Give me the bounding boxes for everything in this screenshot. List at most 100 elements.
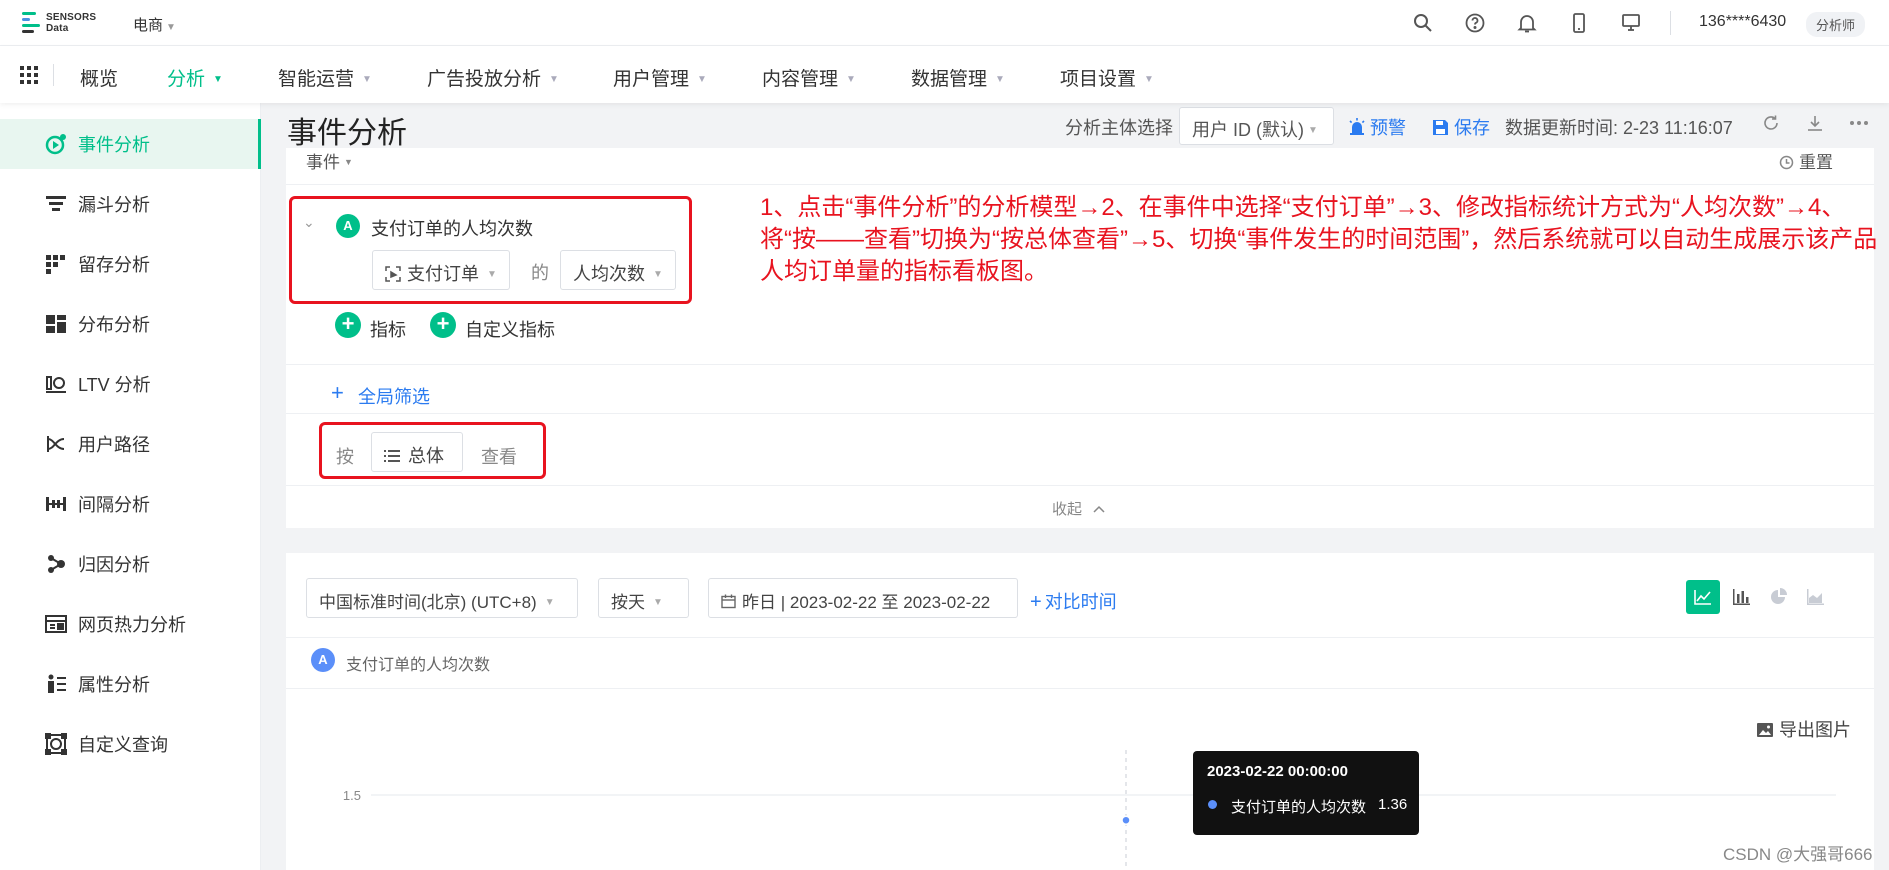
divider xyxy=(1670,11,1671,35)
brand-line-2: Data xyxy=(46,23,69,34)
line-chart-icon[interactable] xyxy=(1686,580,1720,614)
alert-label: 预警 xyxy=(1370,118,1406,138)
sidebar-item-interval-analysis[interactable]: 间隔分析 xyxy=(0,479,261,529)
events-label: 事件 xyxy=(306,153,340,172)
search-icon[interactable] xyxy=(1411,11,1435,35)
save-button[interactable]: 保存 xyxy=(1432,114,1490,140)
caret-down-icon: ▼ xyxy=(213,74,223,85)
legend-label: 支付订单的人均次数 xyxy=(346,657,491,674)
date-range-value: 昨日 | 2023-02-22 至 2023-02-22 xyxy=(742,593,991,612)
divider xyxy=(286,688,1874,689)
custom-query-icon xyxy=(44,732,68,756)
nav-label: 内容管理 xyxy=(762,69,839,90)
sidebar-item-funnel-analysis[interactable]: 漏斗分析 xyxy=(0,179,261,229)
sensors-data-logo-icon xyxy=(22,12,40,33)
timezone-select[interactable]: 中国标准时间(北京) (UTC+8) ▼ xyxy=(306,578,578,618)
sidebar-item-label: 漏斗分析 xyxy=(78,195,150,215)
nav-item-content-management[interactable]: 内容管理 ▼ xyxy=(762,64,856,91)
tooltip-title: 2023-02-22 00:00:00 xyxy=(1207,763,1348,780)
global-filter-button[interactable]: 全局筛选 xyxy=(358,383,430,409)
pie-chart-icon[interactable] xyxy=(1762,580,1796,614)
mobile-icon[interactable] xyxy=(1567,11,1591,35)
help-icon[interactable] xyxy=(1463,11,1487,35)
alert-button[interactable]: 预警 xyxy=(1348,114,1406,140)
collapse-button[interactable]: 收起 xyxy=(1052,498,1106,519)
data-point[interactable] xyxy=(1121,815,1131,825)
annotation-box-metric xyxy=(289,196,692,304)
add-metric-button[interactable]: 指标 xyxy=(370,316,406,342)
save-icon xyxy=(1433,120,1448,135)
distribution-icon xyxy=(44,312,68,336)
sidebar-item-retention-analysis[interactable]: 留存分析 xyxy=(0,239,261,289)
reset-button[interactable]: 重置 xyxy=(1779,148,1833,173)
sidebar-item-event-analysis[interactable]: 事件分析 xyxy=(0,119,261,169)
more-icon[interactable] xyxy=(1849,120,1869,126)
sidebar-item-heatmap-analysis[interactable]: 网页热力分析 xyxy=(0,599,261,649)
bell-icon[interactable] xyxy=(1515,11,1539,35)
refresh-icon[interactable] xyxy=(1762,114,1780,132)
bar-chart-icon[interactable] xyxy=(1724,580,1758,614)
plus-icon: + xyxy=(331,380,344,405)
sidebar-item-label: 用户路径 xyxy=(78,435,150,455)
heatmap-icon xyxy=(44,612,68,636)
events-dropdown[interactable]: 事件 ▼ xyxy=(306,148,353,173)
sidebar-item-custom-query[interactable]: 自定义查询 xyxy=(0,719,261,769)
sidebar-item-distribution-analysis[interactable]: 分布分析 xyxy=(0,299,261,349)
sidebar-item-label: 自定义查询 xyxy=(78,735,168,755)
granularity-value: 按天 xyxy=(611,593,645,612)
sidebar-item-label: 间隔分析 xyxy=(78,495,150,515)
sidebar-item-attribute-analysis[interactable]: 属性分析 xyxy=(0,659,261,709)
divider xyxy=(53,64,54,86)
ltv-icon xyxy=(44,372,68,396)
date-range-picker[interactable]: 昨日 | 2023-02-22 至 2023-02-22 xyxy=(708,578,1018,618)
brand-wordmark: SENSORS Data xyxy=(46,12,96,34)
chart-tooltip: 2023-02-22 00:00:00 支付订单的人均次数 1.36 xyxy=(1193,751,1419,835)
nav-item-data-management[interactable]: 数据管理 ▼ xyxy=(911,64,1005,91)
add-custom-metric-button[interactable]: 自定义指标 xyxy=(465,316,555,342)
plus-icon: + xyxy=(1030,591,1042,613)
calendar-icon xyxy=(721,594,736,609)
tooltip-series: 支付订单的人均次数 xyxy=(1231,799,1367,816)
chevron-down-icon: ▼ xyxy=(166,22,176,33)
save-label: 保存 xyxy=(1454,118,1490,138)
nav-item-smart-ops[interactable]: 智能运营 ▼ xyxy=(278,64,372,91)
sidebar-item-attribution-analysis[interactable]: 归因分析 xyxy=(0,539,261,589)
annotation-box-group-by xyxy=(319,422,546,479)
user-path-icon xyxy=(44,432,68,456)
caret-down-icon: ▼ xyxy=(697,74,707,85)
main-nav: 概览 分析 ▼ 智能运营 ▼ 广告投放分析 ▼ 用户管理 ▼ 内容管理 ▼ 数据管理 ▼ 项… xyxy=(0,46,1889,103)
brand-line-1: SENSORS xyxy=(46,12,97,23)
user-account[interactable]: 136****6430 xyxy=(1699,13,1786,31)
sidebar-item-ltv-analysis[interactable]: LTV 分析 xyxy=(0,359,261,409)
role-badge: 分析师 xyxy=(1806,12,1866,37)
sidebar-item-label: 留存分析 xyxy=(78,255,150,275)
subject-select[interactable]: 用户 ID (默认) ▼ xyxy=(1179,107,1334,145)
nav-item-user-management[interactable]: 用户管理 ▼ xyxy=(613,64,707,91)
caret-down-icon: ▼ xyxy=(549,74,559,85)
download-icon[interactable] xyxy=(1806,114,1824,132)
legend-badge: A xyxy=(311,648,335,672)
sidebar-item-user-path[interactable]: 用户路径 xyxy=(0,419,261,469)
event-analysis-icon xyxy=(44,132,68,156)
subject-value: 用户 ID (默认) xyxy=(1192,120,1304,140)
nav-item-project-settings[interactable]: 项目设置 ▼ xyxy=(1060,64,1154,91)
project-switcher[interactable]: 电商 ▼ xyxy=(133,14,176,35)
app-grid-icon[interactable] xyxy=(20,66,38,84)
nav-label: 项目设置 xyxy=(1060,69,1137,90)
timezone-value: 中国标准时间(北京) (UTC+8) xyxy=(319,593,537,612)
nav-item-analysis[interactable]: 分析 ▼ xyxy=(167,64,223,91)
area-chart-icon[interactable] xyxy=(1798,580,1832,614)
caret-down-icon: ▼ xyxy=(653,597,663,608)
series-dot-icon xyxy=(1208,800,1217,809)
collapse-label: 收起 xyxy=(1052,501,1083,518)
caret-down-icon: ▼ xyxy=(995,74,1005,85)
sidebar-item-label: 网页热力分析 xyxy=(78,615,186,635)
granularity-select[interactable]: 按天 ▼ xyxy=(598,578,689,618)
monitor-icon[interactable] xyxy=(1619,11,1643,35)
compare-time-button[interactable]: + 对比时间 xyxy=(1030,588,1117,614)
reset-label: 重置 xyxy=(1799,153,1833,172)
nav-item-ad-analysis[interactable]: 广告投放分析 ▼ xyxy=(427,64,559,91)
nav-item-overview[interactable]: 概览 xyxy=(80,64,118,91)
sidebar-item-label: 事件分析 xyxy=(78,135,150,155)
divider xyxy=(286,413,1874,414)
